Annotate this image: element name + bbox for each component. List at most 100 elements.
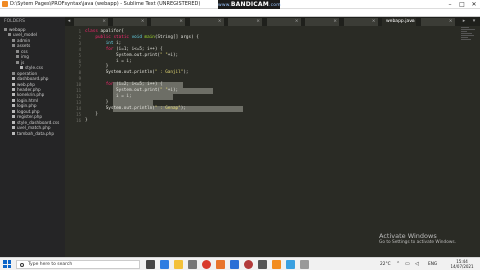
language-indicator[interactable]: ENG (428, 258, 437, 271)
sidebar-item[interactable]: img (16, 54, 29, 59)
tab-close-icon[interactable]: × (256, 18, 260, 26)
tab-close-icon[interactable]: × (179, 18, 183, 26)
network-icon[interactable]: ▭ (405, 258, 410, 271)
chrome-icon[interactable] (202, 260, 211, 269)
menu-bar: File Edit Selection Find View Goto Tools… (0, 9, 480, 26)
sidebar-item[interactable]: header.php (12, 87, 41, 92)
code-token: " " (160, 52, 168, 58)
code-token: public static (95, 34, 132, 40)
window-title: D:\Sytem Pages\PROFsyntax\java (webapp) … (10, 1, 201, 7)
sidebar-item[interactable]: style_dashboard.css (12, 120, 59, 125)
bandicam-watermark: www.BANDICAM.com (218, 0, 281, 9)
tab[interactable]: × (151, 18, 185, 26)
tab-close-icon[interactable]: × (333, 18, 337, 26)
sidebar-item[interactable]: login.html (12, 98, 38, 103)
terminal-icon[interactable] (258, 260, 267, 269)
editor-pane: ◂ × × × × × × × × webapp.java × × ▸ ▾ 1 2 3 4 5 6 7 8 9 10 1… (65, 17, 480, 257)
sidebar-item[interactable]: style.css (20, 65, 43, 70)
minimize-button[interactable]: – (444, 0, 456, 9)
file-icon (12, 120, 15, 124)
tab-scroll-left-icon[interactable]: ◂ (65, 17, 73, 26)
sidebar-item-label: login.html (17, 97, 39, 103)
volume-icon[interactable]: ◁ (415, 258, 419, 271)
sidebar-item[interactable]: logout.php (12, 109, 40, 114)
sidebar-item[interactable]: css (16, 49, 28, 54)
tab-close-icon[interactable]: × (449, 18, 453, 26)
tab-close-icon[interactable]: × (372, 18, 376, 26)
edge-browser-icon[interactable] (160, 260, 169, 269)
tab[interactable]: × (420, 18, 455, 26)
sidebar-item[interactable]: uvel_model (8, 32, 37, 37)
code-token: " : Genap" (154, 105, 181, 111)
maximize-button[interactable]: □ (456, 0, 468, 9)
task-view-icon[interactable] (146, 260, 155, 269)
sidebar-item[interactable]: uvel_match.php (12, 125, 51, 130)
code-token: ); (180, 105, 186, 111)
sidebar-item-label: style.css (25, 65, 44, 71)
taskbar-search[interactable]: Type here to search (16, 260, 140, 269)
file-explorer-icon[interactable] (174, 260, 183, 269)
weather-temp[interactable]: 22°C (380, 258, 391, 271)
code-token: +i); (167, 88, 179, 93)
sidebar-item-label: operation (17, 70, 38, 76)
watermark-brand: BANDICAM (230, 1, 269, 8)
file-icon (12, 109, 15, 113)
office-icon[interactable] (216, 260, 225, 269)
sidebar-item-label: dashboard.php (17, 76, 49, 82)
tab[interactable]: × (228, 18, 262, 26)
tab[interactable]: × (112, 18, 147, 26)
tab-active[interactable]: webapp.java × (382, 18, 416, 26)
sidebar-item[interactable]: web.php (12, 82, 35, 87)
close-button[interactable]: ✕ (468, 0, 480, 9)
tab[interactable]: × (343, 18, 378, 26)
tray-arrow-icon[interactable]: ⌃ (396, 258, 400, 271)
sidebar-item[interactable]: login.php (12, 103, 37, 108)
watermark-site: www. (218, 3, 231, 8)
minimap[interactable] (461, 26, 480, 46)
sidebar-item[interactable]: tambah_data.php (12, 131, 54, 136)
tab-dropdown-icon[interactable]: ▾ (470, 17, 478, 26)
tab-close-icon[interactable]: × (295, 18, 299, 26)
code-token: } (85, 99, 109, 105)
sidebar-item-label: logout.php (17, 108, 40, 114)
tab-bar: ◂ × × × × × × × × webapp.java × × ▸ ▾ (65, 17, 480, 26)
word-icon[interactable] (230, 260, 239, 269)
folder-icon (8, 33, 11, 37)
tab[interactable]: × (74, 18, 108, 26)
sidebar-item[interactable]: konekrin.php (12, 92, 44, 97)
folder-icon (16, 55, 19, 59)
tab-close-icon[interactable]: × (102, 18, 106, 26)
code-token: (i=2; i<=5; i++) { (116, 82, 163, 88)
sidebar-item[interactable]: dashboard.php (12, 76, 48, 81)
sublime-text-icon[interactable] (272, 260, 281, 269)
tab-scroll-right-icon[interactable]: ▸ (460, 17, 468, 26)
tab[interactable]: × (305, 18, 339, 26)
tab[interactable]: × (266, 18, 301, 26)
tab[interactable]: × (189, 18, 224, 26)
system-clock[interactable]: 15:44 14/07/2021 (447, 259, 477, 269)
sidebar-item[interactable]: register.php (12, 114, 42, 119)
sidebar: FOLDERS webapp uvel_model admin assets css im… (0, 17, 65, 257)
app-icon-2[interactable] (300, 260, 309, 269)
code-token: } (85, 117, 88, 123)
bandicam-icon[interactable] (244, 260, 253, 269)
tab-close-icon[interactable]: × (218, 18, 222, 26)
sidebar-item[interactable]: operation (12, 71, 37, 76)
windows-start-icon[interactable] (3, 260, 11, 268)
store-icon[interactable] (188, 260, 197, 269)
tab-close-icon[interactable]: × (141, 18, 145, 26)
sidebar-item[interactable]: admin (12, 38, 30, 43)
sidebar-item[interactable]: webapp (4, 27, 26, 32)
app-icon[interactable] (286, 260, 295, 269)
file-icon (12, 93, 15, 97)
code-token: apalifor{ (100, 29, 124, 34)
sidebar-item[interactable]: assets (12, 43, 30, 48)
file-icon (12, 126, 15, 130)
tab-close-icon[interactable]: × (410, 18, 414, 26)
folder-icon (4, 28, 7, 31)
sidebar-item-label: admin (17, 37, 31, 43)
sublime-app-icon (2, 1, 8, 7)
sidebar-item[interactable]: js (16, 60, 24, 65)
file-icon (12, 131, 15, 135)
